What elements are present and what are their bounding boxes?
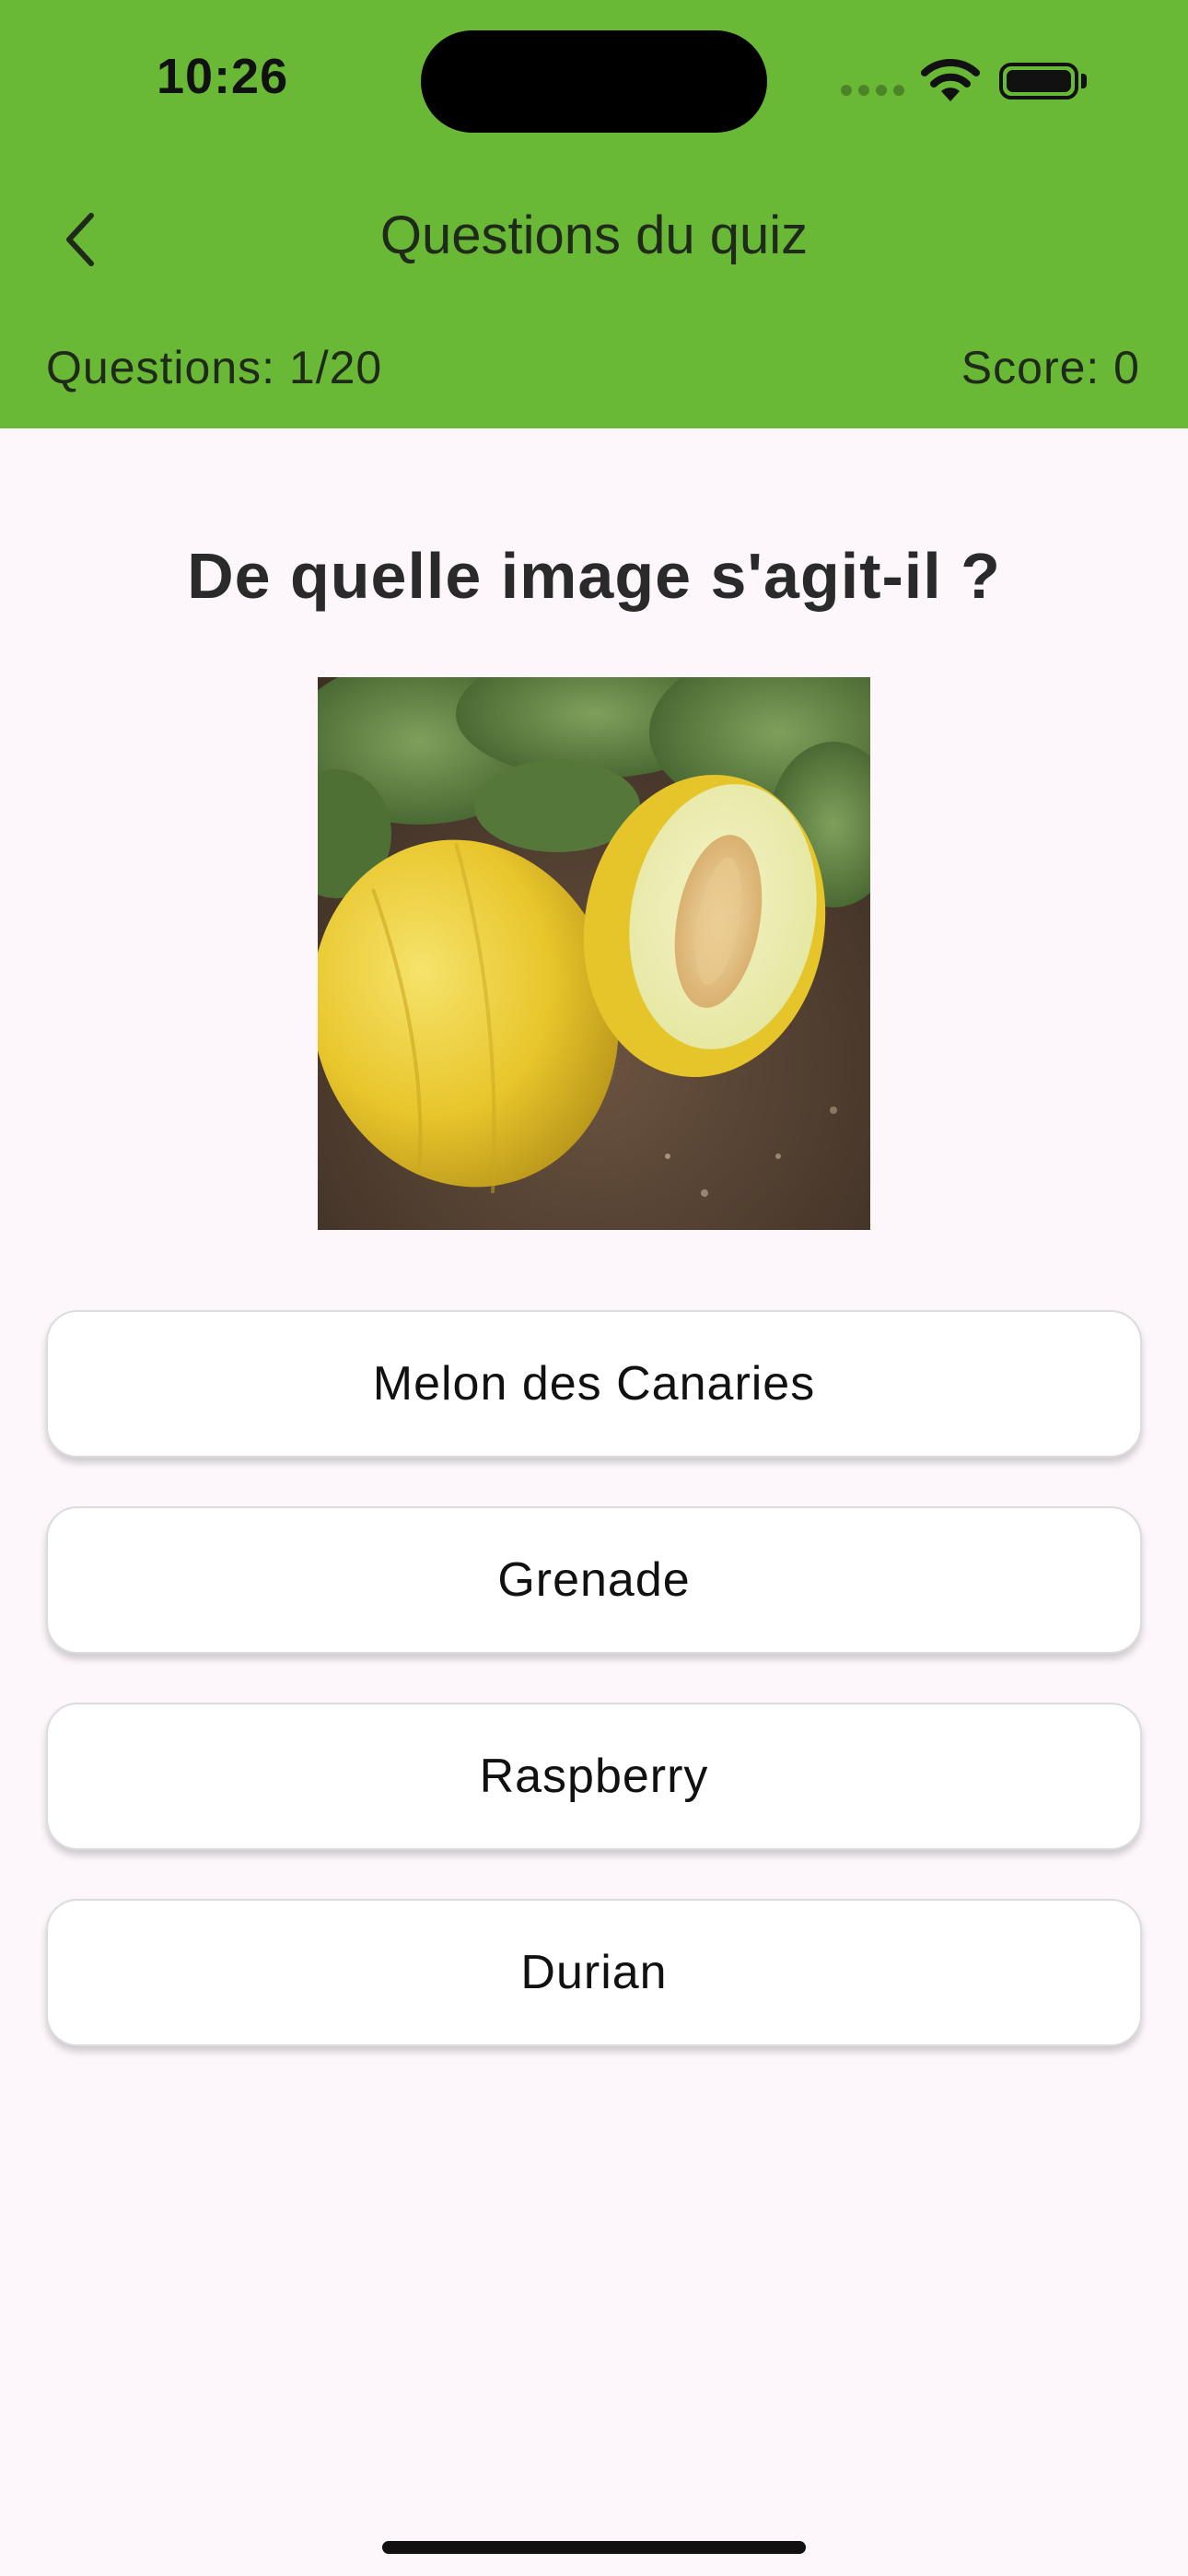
answer-option-4[interactable]: Durian [46, 1899, 1142, 2046]
questions-counter: Questions: 1/20 [46, 342, 383, 393]
question-text: De quelle image s'agit-il ? [187, 540, 1001, 612]
app-header: 10:26 Questions du quiz Questions: 1/20 … [0, 0, 1188, 428]
quiz-screen: 10:26 Questions du quiz Questions: 1/20 … [0, 0, 1188, 2576]
melon-photo [318, 677, 870, 1230]
answer-option-3[interactable]: Raspberry [46, 1703, 1142, 1850]
answer-option-2[interactable]: Grenade [46, 1506, 1142, 1654]
answer-option-1[interactable]: Melon des Canaries [46, 1310, 1142, 1458]
battery-icon [999, 63, 1078, 100]
page-title: Questions du quiz [379, 205, 809, 265]
status-time: 10:26 [157, 49, 289, 104]
battery-cap [1081, 74, 1087, 88]
cellular-signal-icon [841, 85, 905, 98]
home-indicator[interactable] [382, 2541, 806, 2554]
score-display: Score: 0 [961, 342, 1140, 393]
dynamic-island [421, 30, 767, 133]
wifi-icon [921, 57, 980, 103]
